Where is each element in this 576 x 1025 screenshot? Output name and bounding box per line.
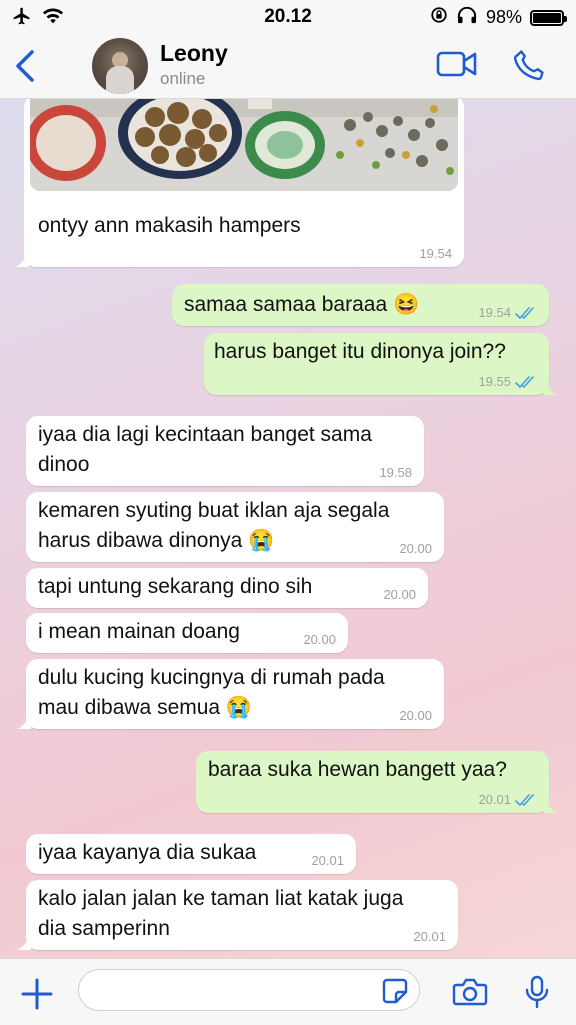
message-meta: 20.01 xyxy=(478,792,537,807)
message-meta: 20.01 xyxy=(413,929,446,944)
composer-bar xyxy=(0,958,576,1025)
bubble-tail xyxy=(544,379,558,395)
message-bubble-in[interactable]: dulu kucing kucingnya di rumah pada mau … xyxy=(17,659,444,729)
bubble-tail xyxy=(544,797,558,813)
message-text: tapi untung sekarang dino sih xyxy=(38,575,313,598)
message-time: 20.00 xyxy=(303,632,336,647)
message-text: harus banget itu dinonya join?? xyxy=(214,340,506,363)
chat-header: Leony online xyxy=(0,34,576,99)
message-meta: 20.00 xyxy=(383,587,416,602)
message-bubble-in[interactable]: iyaa dia lagi kecintaan banget sama dino… xyxy=(26,416,424,486)
message-time: 20.00 xyxy=(399,708,432,723)
camera-icon[interactable] xyxy=(452,977,488,1012)
message-time: 19.55 xyxy=(478,374,511,389)
back-icon[interactable] xyxy=(10,46,44,86)
message-meta: 19.54 xyxy=(478,305,537,320)
message-input[interactable] xyxy=(78,969,420,1011)
video-call-icon[interactable] xyxy=(436,48,478,85)
message-list[interactable]: ontyy ann makasih hampers 19.54 samaa sa… xyxy=(0,99,576,958)
avatar[interactable] xyxy=(92,38,148,94)
battery-icon xyxy=(530,9,567,26)
microphone-icon[interactable] xyxy=(524,975,550,1014)
message-meta: 19.55 xyxy=(478,374,537,389)
message-text: iyaa kayanya dia sukaa xyxy=(38,841,257,864)
message-time: 20.01 xyxy=(311,853,344,868)
message-text: kemaren syuting buat iklan aja segala ha… xyxy=(38,499,390,552)
bubble-tail xyxy=(15,251,29,267)
message-meta: 20.00 xyxy=(399,708,432,723)
message-time: 19.54 xyxy=(478,305,511,320)
bubble-tail xyxy=(17,713,31,729)
message-bubble-in[interactable]: iyaa kayanya dia sukaa 20.01 xyxy=(26,834,356,874)
message-time: 19.58 xyxy=(379,465,412,480)
message-text: iyaa dia lagi kecintaan banget sama dino… xyxy=(38,423,372,476)
read-ticks-icon xyxy=(515,375,534,388)
bubble-tail xyxy=(17,934,31,950)
message-time: 20.00 xyxy=(383,587,416,602)
message-bubble-in[interactable]: i mean mainan doang 20.00 xyxy=(26,613,348,653)
message-bubble-in[interactable]: ontyy ann makasih hampers 19.54 xyxy=(15,99,464,267)
message-bubble-out[interactable]: baraa suka hewan bangett yaa? 20.01 xyxy=(196,751,558,813)
headphones-icon xyxy=(456,6,478,29)
plus-icon[interactable] xyxy=(20,977,54,1016)
phone-call-icon[interactable] xyxy=(512,48,546,87)
message-text: i mean mainan doang xyxy=(38,620,240,643)
shared-photo[interactable] xyxy=(30,99,458,191)
status-bar: 20.12 98% xyxy=(0,0,576,34)
message-meta: 19.58 xyxy=(379,465,412,480)
message-time: 20.01 xyxy=(413,929,446,944)
message-time: 20.00 xyxy=(399,541,432,556)
message-text: samaa samaa baraaa 😆 xyxy=(184,293,420,316)
message-bubble-in[interactable]: tapi untung sekarang dino sih 20.00 xyxy=(26,568,428,608)
message-time: 20.01 xyxy=(478,792,511,807)
message-meta: 20.00 xyxy=(303,632,336,647)
read-ticks-icon xyxy=(515,793,534,806)
message-bubble-out[interactable]: harus banget itu dinonya join?? 19.55 xyxy=(204,333,558,395)
sticker-icon[interactable] xyxy=(381,977,409,1010)
contact-name[interactable]: Leony xyxy=(160,40,228,67)
message-text: baraa suka hewan bangett yaa? xyxy=(208,758,507,781)
message-meta: 20.01 xyxy=(311,853,344,868)
message-time: 19.54 xyxy=(419,246,452,261)
message-bubble-in[interactable]: kalo jalan jalan ke taman liat katak jug… xyxy=(17,880,458,950)
message-bubble-in[interactable]: kemaren syuting buat iklan aja segala ha… xyxy=(26,492,444,562)
message-text: ontyy ann makasih hampers xyxy=(38,214,301,237)
read-ticks-icon xyxy=(515,306,534,319)
lock-rotation-icon xyxy=(430,6,448,29)
message-meta: 20.00 xyxy=(399,541,432,556)
status-right: 98% xyxy=(430,6,567,29)
message-bubble-out[interactable]: samaa samaa baraaa 😆 19.54 xyxy=(172,284,549,326)
battery-percent: 98% xyxy=(485,7,522,27)
message-meta: 19.54 xyxy=(419,246,452,261)
message-text: kalo jalan jalan ke taman liat katak jug… xyxy=(38,887,404,940)
message-text: dulu kucing kucingnya di rumah pada mau … xyxy=(38,666,385,719)
contact-status: online xyxy=(160,69,206,88)
